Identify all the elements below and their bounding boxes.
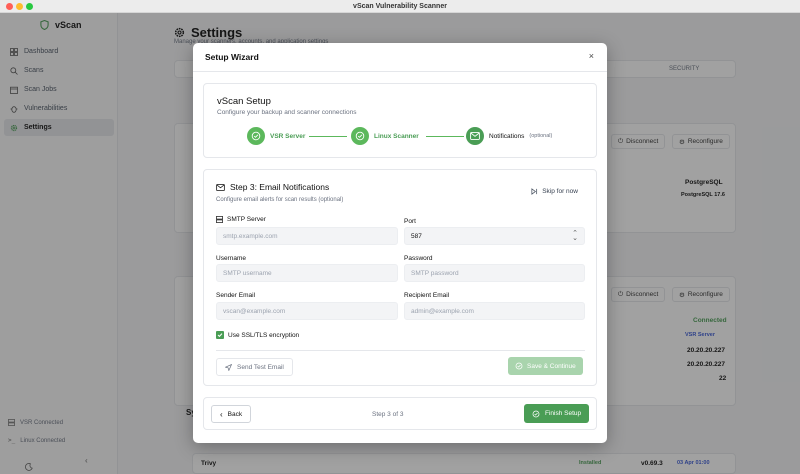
skip-forward-icon bbox=[531, 188, 538, 195]
password-input[interactable]: SMTP password bbox=[404, 264, 585, 282]
window-titlebar: vScan Vulnerability Scanner bbox=[0, 0, 800, 13]
recipient-label: Recipient Email bbox=[404, 292, 450, 299]
step-connector bbox=[309, 136, 347, 137]
smtp-server-input[interactable]: smtp.example.com bbox=[216, 227, 398, 245]
check-circle-icon bbox=[515, 362, 523, 370]
port-input[interactable]: 587 ⌃ ⌄ bbox=[404, 227, 585, 245]
step-notifications: Notifications (optional) bbox=[466, 127, 552, 145]
close-icon[interactable]: × bbox=[589, 51, 594, 61]
wizard-footer: ‹ Back Step 3 of 3 Finish Setup bbox=[203, 397, 597, 430]
step-vsr-server: VSR Server bbox=[247, 127, 305, 145]
recipient-email-input[interactable]: admin@example.com bbox=[404, 302, 585, 320]
finish-setup-button[interactable]: Finish Setup bbox=[524, 404, 590, 423]
ssl-checkbox[interactable]: Use SSL/TLS encryption bbox=[216, 331, 299, 339]
modal-header: Setup Wizard × bbox=[193, 43, 607, 72]
sender-label: Sender Email bbox=[216, 292, 256, 299]
section-title: Step 3: Email Notifications bbox=[216, 182, 329, 192]
sender-email-input[interactable]: vscan@example.com bbox=[216, 302, 398, 320]
check-circle-icon bbox=[351, 127, 369, 145]
smtp-label: SMTP Server bbox=[216, 216, 266, 223]
setup-progress-card: vScan Setup Configure your backup and sc… bbox=[203, 83, 597, 158]
port-label: Port bbox=[404, 218, 416, 225]
stepper-icon[interactable]: ⌃ ⌄ bbox=[572, 230, 578, 242]
maximize-window-button[interactable] bbox=[26, 3, 33, 10]
send-test-email-button[interactable]: Send Test Email bbox=[216, 358, 293, 376]
chevron-left-icon: ‹ bbox=[220, 409, 223, 419]
username-input[interactable]: SMTP username bbox=[216, 264, 398, 282]
username-label: Username bbox=[216, 255, 246, 262]
back-button[interactable]: ‹ Back bbox=[211, 405, 252, 423]
modal-title: Setup Wizard bbox=[205, 52, 259, 62]
step-connector bbox=[426, 136, 464, 137]
send-icon bbox=[225, 363, 232, 371]
mail-icon bbox=[466, 127, 484, 145]
setup-title: vScan Setup bbox=[217, 96, 271, 107]
setup-wizard-modal: Setup Wizard × vScan Setup Configure you… bbox=[193, 43, 607, 443]
password-label: Password bbox=[404, 255, 433, 262]
step-linux-scanner: Linux Scanner bbox=[351, 127, 419, 145]
mail-icon bbox=[216, 183, 225, 191]
minimize-window-button[interactable] bbox=[16, 3, 23, 10]
save-continue-button[interactable]: Save & Continue bbox=[508, 357, 583, 375]
close-window-button[interactable] bbox=[6, 3, 13, 10]
check-circle-icon bbox=[247, 127, 265, 145]
window-title: vScan Vulnerability Scanner bbox=[353, 2, 447, 10]
server-icon bbox=[216, 216, 223, 223]
checkmark-icon bbox=[216, 331, 224, 339]
section-subtitle: Configure email alerts for scan results … bbox=[216, 197, 344, 203]
step-counter: Step 3 of 3 bbox=[372, 411, 404, 418]
setup-subtitle: Configure your backup and scanner connec… bbox=[217, 109, 357, 116]
skip-button[interactable]: Skip for now bbox=[531, 188, 578, 195]
email-notifications-card: Step 3: Email Notifications Configure em… bbox=[203, 169, 597, 386]
form-divider bbox=[216, 350, 585, 351]
check-circle-icon bbox=[532, 410, 540, 417]
